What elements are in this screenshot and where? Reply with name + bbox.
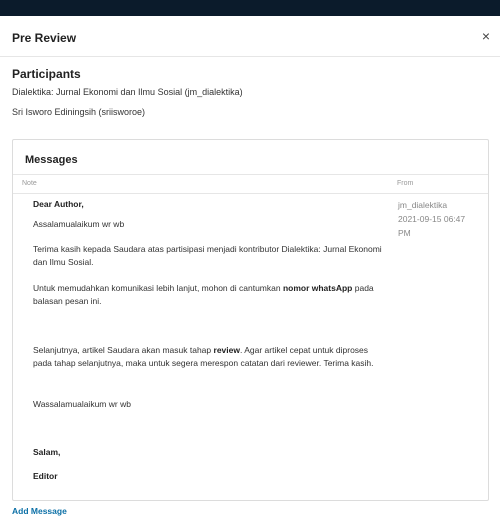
message-signature: Editor [33,471,58,481]
messages-panel: Messages Note From Dear Author, Assalamu… [12,139,489,501]
from-time: PM [398,228,411,238]
message-paragraph: Terima kasih kepada Saudara atas partisi… [33,244,382,267]
participant-item: Dialektika: Jurnal Ekonomi dan Ilmu Sosi… [12,87,243,97]
participant-item: Sri Isworo Ediningsih (sriisworoe) [12,107,146,117]
message-greeting: Dear Author, [33,199,84,209]
from-date: 2021-09-15 06:47 [398,214,466,224]
top-navigation-bar [0,0,500,16]
close-icon[interactable]: × [482,28,490,44]
message-salam-open: Assalamualaikum wr wb [33,219,125,229]
column-header-note: Note [22,180,37,187]
column-header-from: From [397,180,414,187]
message-signoff: Salam, [33,447,61,457]
from-user: jm_dialektika [398,200,448,210]
messages-heading: Messages [25,154,78,166]
message-from: jm_dialektika 2021-09-15 06:47 PM [398,198,478,240]
participants-heading: Participants [12,67,81,81]
message-salam-close: Wassalamualaikum wr wb [33,399,131,409]
message-paragraph: Selanjutnya, artikel Saudara akan masuk … [33,345,374,368]
divider [13,174,488,175]
divider [13,193,488,194]
modal-header: Pre Review × [0,16,500,57]
message-paragraph: Untuk memudahkan komunikasi lebih lanjut… [33,283,374,306]
modal-title: Pre Review [12,31,77,45]
